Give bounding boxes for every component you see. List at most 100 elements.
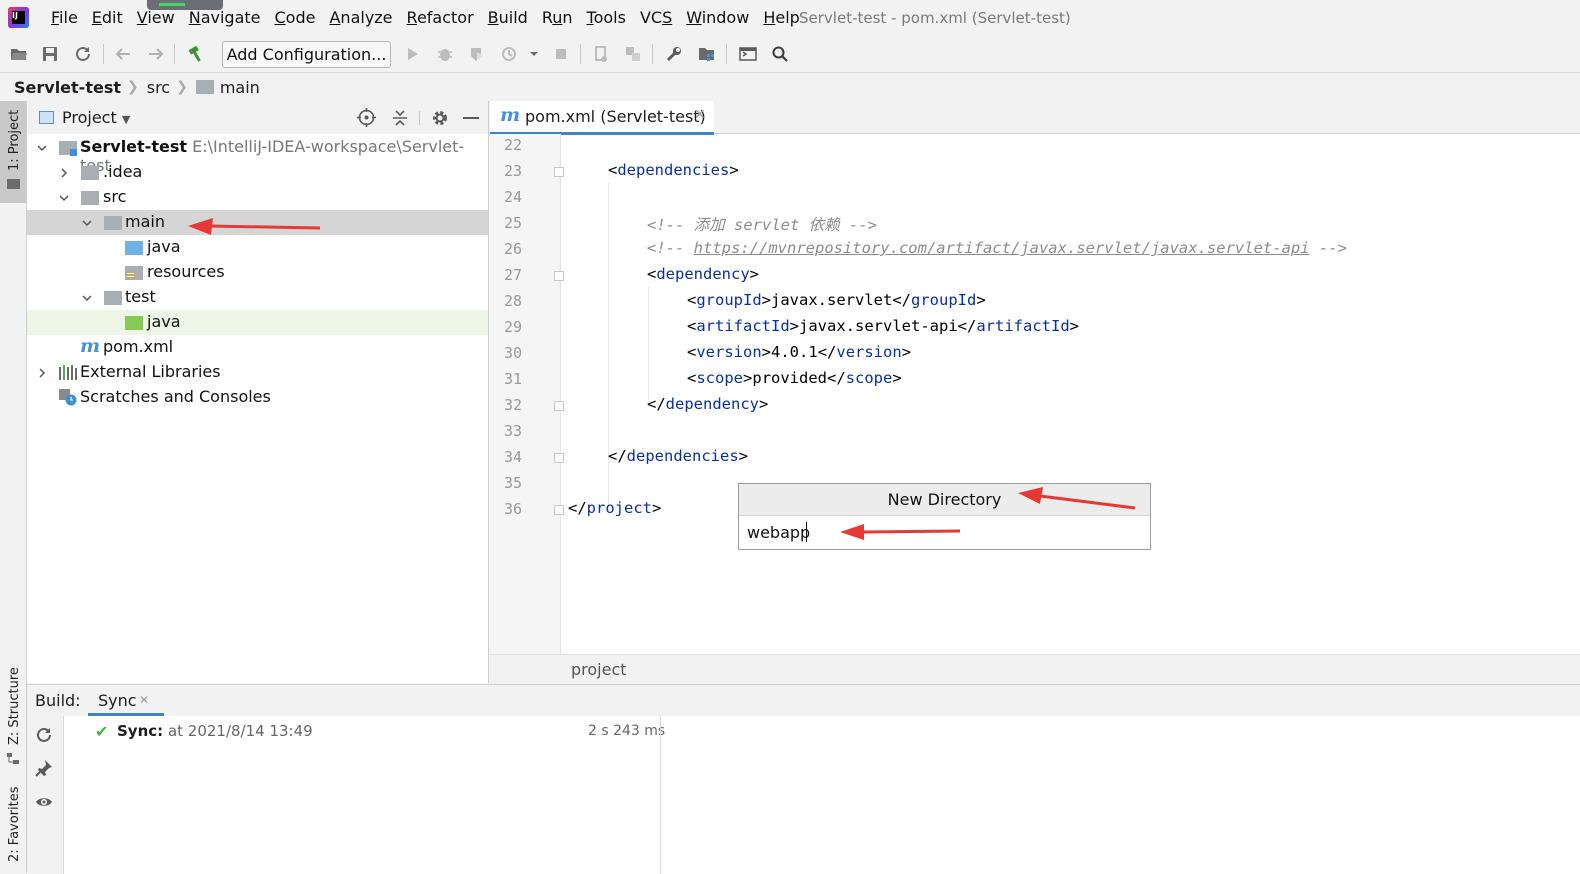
code-line-30[interactable]: <version>4.0.1</version> [687, 343, 911, 361]
menu-vcs[interactable]: VCS [633, 0, 679, 36]
breadcrumb-item-main[interactable]: main [188, 78, 260, 97]
project-tool-button[interactable]: 1: Project [0, 101, 26, 203]
run-icon[interactable] [400, 42, 424, 66]
eye-icon[interactable] [35, 793, 53, 815]
menu-analyze[interactable]: Analyze [322, 0, 399, 36]
directory-name-input[interactable] [747, 520, 1127, 544]
chevron-down-icon[interactable] [58, 192, 70, 204]
menu-tools[interactable]: Tools [580, 0, 633, 36]
line-number: 33 [503, 422, 522, 440]
menu-refactor[interactable]: Refactor [400, 0, 481, 36]
header-separator [419, 111, 420, 125]
comment-link[interactable]: https://mvnrepository.com/artifact/javax… [694, 239, 1310, 257]
sync-status-entry[interactable]: Sync: at 2021/8/14 13:49 [117, 722, 313, 740]
fold-marker-icon[interactable] [554, 167, 564, 177]
tree-item-main-java[interactable]: java [27, 235, 488, 260]
tree-item-test-java[interactable]: java [27, 310, 488, 335]
xml-tag: dependencies [626, 447, 739, 465]
sync-duration: 2 s 243 ms [588, 723, 666, 739]
search-icon[interactable] [768, 42, 792, 66]
pin-icon[interactable] [35, 759, 53, 781]
forward-arrow-icon[interactable] [144, 42, 168, 66]
menu-code[interactable]: Code [268, 0, 323, 36]
fold-marker-icon[interactable] [554, 505, 564, 515]
build-hammer-icon[interactable] [184, 42, 208, 66]
tree-item-main[interactable]: main [27, 210, 488, 235]
gear-icon[interactable] [431, 109, 449, 131]
breadcrumb-item-src[interactable]: src ❯ [139, 78, 188, 97]
menu-run[interactable]: Run [535, 0, 580, 36]
tree-item-pom[interactable]: m pom.xml [27, 335, 488, 360]
menu-file[interactable]: File [44, 0, 85, 36]
settings-wrench-icon[interactable] [662, 42, 686, 66]
tree-item-test[interactable]: test [27, 285, 488, 310]
collapse-all-icon[interactable] [391, 109, 409, 131]
fold-marker-icon[interactable] [554, 271, 564, 281]
code-line-36[interactable]: </project> [568, 499, 661, 517]
code-line-26[interactable]: <!-- https://mvnrepository.com/artifact/… [647, 239, 1347, 257]
structure-tool-button[interactable]: Z: Structure [7, 667, 22, 745]
debug-icon[interactable] [433, 42, 457, 66]
locate-file-icon[interactable] [357, 108, 376, 131]
refresh-icon[interactable] [35, 726, 53, 748]
line-number: 26 [503, 240, 522, 258]
menu-window[interactable]: Window [679, 0, 756, 36]
code-line-27[interactable]: <dependency> [647, 265, 759, 283]
tree-item-external-libraries[interactable]: External Libraries [27, 360, 488, 385]
chevron-down-icon[interactable] [522, 42, 546, 66]
breadcrumb-item-project[interactable]: Servlet-test ❯ [0, 78, 139, 97]
chevron-down-icon[interactable] [36, 142, 48, 154]
hide-panel-icon[interactable] [463, 117, 479, 119]
tree-item-label: src [103, 187, 127, 206]
menu-build[interactable]: Build [481, 0, 535, 36]
terminal-icon[interactable] [736, 42, 760, 66]
chevron-down-icon[interactable] [81, 217, 93, 229]
tree-item-idea[interactable]: .idea [27, 160, 488, 185]
comment-text: --> [1309, 239, 1347, 257]
run-with-coverage-icon[interactable] [465, 42, 489, 66]
attach-debugger-icon[interactable] [589, 42, 613, 66]
tree-item-scratches[interactable]: Scratches and Consoles [27, 385, 488, 410]
code-line-34[interactable]: </dependencies> [608, 447, 748, 465]
favorites-tool-button[interactable]: 2: Favorites [7, 786, 22, 862]
code-line-23[interactable]: <dependencies> [608, 161, 739, 179]
build-label: Build: [35, 691, 81, 710]
back-arrow-icon[interactable] [111, 42, 135, 66]
profile-icon[interactable] [498, 42, 522, 66]
open-folder-icon[interactable] [7, 42, 31, 66]
menu-edit[interactable]: Edit [85, 0, 130, 36]
chevron-down-icon[interactable] [81, 292, 93, 304]
chevron-right-icon[interactable] [58, 167, 70, 179]
fold-marker-icon[interactable] [554, 401, 564, 411]
tree-item-servlet-test[interactable]: Servlet-test E:\IntelliJ-IDEA-workspace\… [27, 135, 488, 175]
chevron-right-icon[interactable] [36, 367, 48, 379]
editor-breadcrumb-project[interactable]: project [571, 660, 627, 679]
xml-tag: project [586, 499, 652, 517]
menu-navigate[interactable]: Navigate [182, 0, 268, 36]
project-view-selector[interactable]: Project ▼ [62, 108, 130, 127]
line-numbers: 22 23 24 25 26 27 28 29 30 31 32 33 34 35 36 [490, 134, 550, 654]
code-line-25[interactable]: <!-- 添加 servlet 依赖 --> [647, 213, 877, 235]
menu-view[interactable]: View [130, 0, 182, 36]
code-line-29[interactable]: <artifactId>javax.servlet-api</artifactI… [687, 317, 1079, 335]
project-folder-icon [7, 179, 20, 189]
code-line-31[interactable]: <scope>provided</scope> [687, 369, 902, 387]
code-line-32[interactable]: </dependency> [647, 395, 768, 413]
add-configuration-button[interactable]: Add Configuration... [222, 41, 391, 68]
close-tab-icon[interactable]: ✕ [139, 693, 149, 707]
tree-item-resources[interactable]: resources [27, 260, 488, 285]
xml-value: javax.servlet [771, 291, 893, 309]
save-all-icon[interactable] [38, 42, 62, 66]
close-tab-icon[interactable]: ✕ [694, 107, 706, 123]
xml-tag: artifactId [696, 317, 790, 335]
project-view-icon [39, 111, 54, 124]
code-line-28[interactable]: <groupId>javax.servlet</groupId> [687, 291, 986, 309]
fold-marker-icon[interactable] [554, 453, 564, 463]
build-tab-sync[interactable]: Sync ✕ [88, 685, 164, 716]
tree-item-src[interactable]: src [27, 185, 488, 210]
project-structure-icon[interactable] [695, 42, 719, 66]
deploy-icon[interactable] [621, 42, 645, 66]
synchronize-icon[interactable] [71, 42, 95, 66]
editor-tab-pom[interactable]: m pom.xml (Servlet-test) ✕ [490, 101, 714, 135]
stop-icon[interactable] [549, 42, 573, 66]
